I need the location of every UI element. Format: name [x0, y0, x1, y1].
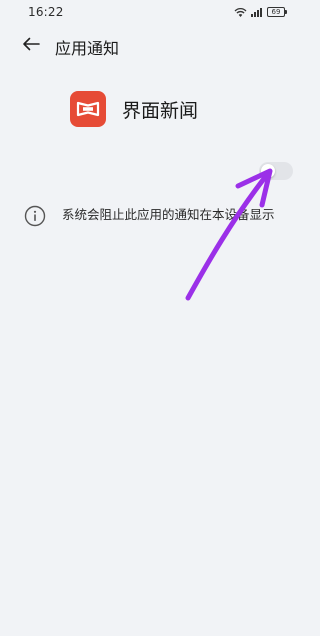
toggle-knob [261, 164, 275, 178]
info-icon [24, 205, 46, 227]
app-info: 界面新闻 [70, 90, 198, 128]
page-title: 应用通知 [55, 39, 120, 58]
back-arrow-icon [22, 36, 40, 55]
app-name: 界面新闻 [122, 99, 199, 122]
wifi-icon [234, 3, 247, 22]
info-text: 系统会阻止此应用的通知在本设备显示 [62, 207, 275, 222]
app-logo-icon [70, 91, 106, 127]
signal-icon [251, 3, 263, 22]
status-bar: 16:22 69 [0, 0, 307, 24]
back-button[interactable] [20, 34, 42, 56]
notification-toggle[interactable] [259, 162, 293, 180]
annotation-arrow-shaft [185, 173, 269, 301]
status-icons: 69 [234, 6, 287, 18]
status-time: 16:22 [28, 5, 64, 19]
header: 应用通知 [0, 30, 307, 60]
battery-icon: 69 [267, 7, 287, 17]
